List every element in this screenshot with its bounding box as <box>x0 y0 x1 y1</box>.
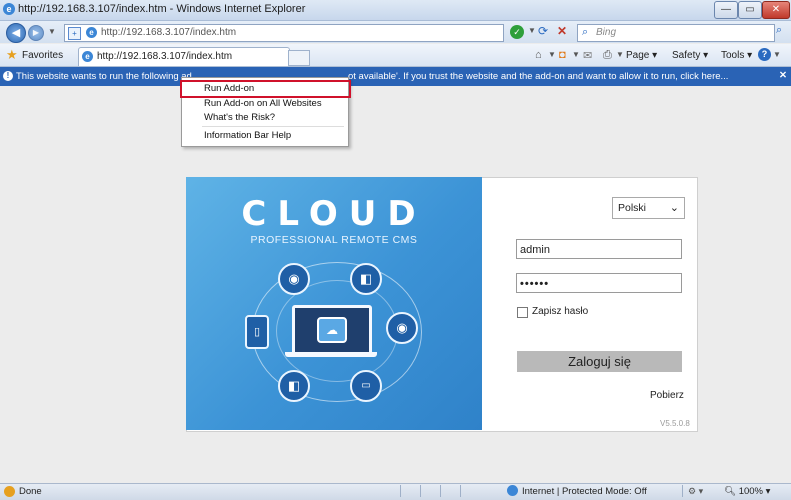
stop-icon[interactable]: ✕ <box>557 24 567 38</box>
help-dropdown-icon[interactable]: ▼ <box>773 50 781 59</box>
info-bar-message-start: This website wants to run the following … <box>16 71 192 82</box>
feeds-dropdown-icon[interactable]: ▼ <box>572 50 580 59</box>
page-icon: e <box>86 27 97 38</box>
zone-text[interactable]: Internet | Protected Mode: Off <box>522 486 647 497</box>
login-button[interactable]: Zaloguj się <box>517 351 682 372</box>
window-titlebar: e http://192.168.3.107/index.htm - Windo… <box>0 0 791 21</box>
minimize-button[interactable]: — <box>714 1 738 19</box>
dome-camera-icon: ◉ <box>386 312 418 344</box>
window-title: http://192.168.3.107/index.htm - Windows… <box>18 3 306 15</box>
version-label: V5.5.0.8 <box>660 419 690 428</box>
security-dropdown-icon[interactable]: ▼ <box>528 26 536 35</box>
brand-subtitle: PROFESSIONAL REMOTE CMS <box>250 234 418 246</box>
status-page-icon <box>4 486 15 497</box>
tab-title: http://192.168.3.107/index.htm <box>97 51 233 62</box>
status-separator <box>440 485 441 497</box>
forward-icon[interactable]: ▶ <box>28 25 44 41</box>
maximize-button[interactable]: ▭ <box>738 1 762 19</box>
remember-checkbox[interactable] <box>517 307 528 318</box>
dome-camera-icon: ◉ <box>278 263 310 295</box>
tab-page-icon: e <box>82 51 93 62</box>
help-icon[interactable]: ? <box>758 48 771 61</box>
internet-zone-icon <box>507 485 518 496</box>
address-field[interactable]: http://192.168.3.107/index.htm + e <box>64 24 504 42</box>
new-tab-button[interactable] <box>288 50 310 66</box>
status-bar: Done Internet | Protected Mode: Off ⚙ ▾ … <box>0 483 791 500</box>
search-placeholder: Bing <box>596 27 617 38</box>
ie-logo-icon: e <box>3 3 15 15</box>
info-bar-close-icon[interactable]: ✕ <box>779 70 787 81</box>
home-dropdown-icon[interactable]: ▼ <box>548 50 556 59</box>
zoom-value: 100% <box>738 486 764 497</box>
favorites-button[interactable]: Favorites <box>22 50 63 61</box>
compat-view-icon[interactable]: + <box>68 27 81 40</box>
refresh-icon[interactable]: ⟳ <box>538 24 548 38</box>
menu-item-whats-the-risk[interactable]: What's the Risk? <box>204 112 275 123</box>
search-icon[interactable]: ⌕ <box>776 24 782 37</box>
password-field[interactable]: •••••• <box>516 273 682 293</box>
tools-menu[interactable]: Tools ▾ <box>721 50 752 61</box>
menu-divider <box>202 126 344 127</box>
laptop-icon: ☁ <box>292 305 372 357</box>
back-icon[interactable]: ◀ <box>6 23 26 43</box>
info-shield-icon: ! <box>3 71 13 81</box>
status-separator <box>420 485 421 497</box>
bullet-camera-icon: ◧ <box>278 370 310 402</box>
run-addon-highlight <box>180 80 351 98</box>
tools-menu-label: Tools <box>721 50 745 61</box>
safety-menu[interactable]: Safety ▾ <box>672 50 708 61</box>
print-icon[interactable]: ⎙ <box>603 49 612 62</box>
page-menu[interactable]: Page ▾ <box>626 50 657 61</box>
safety-menu-label: Safety <box>672 50 701 61</box>
status-separator <box>460 485 461 497</box>
print-dropdown-icon[interactable]: ▼ <box>616 50 624 59</box>
username-field[interactable]: admin <box>516 239 682 259</box>
home-icon[interactable]: ⌂ <box>535 49 542 61</box>
bullet-camera-icon: ◧ <box>350 263 382 295</box>
search-provider-icon: ⌕ <box>582 26 589 38</box>
laptop-base <box>285 352 377 357</box>
browser-tab[interactable]: e http://192.168.3.107/index.htm <box>78 47 290 66</box>
close-button[interactable]: ✕ <box>762 1 790 19</box>
cloud-icon: ☁ <box>317 317 347 343</box>
search-field[interactable]: ⌕ Bing <box>577 24 775 42</box>
chevron-down-icon: ⌄ <box>669 202 679 214</box>
remember-label: Zapisz hasło <box>532 306 589 317</box>
history-dropdown-icon[interactable]: ▼ <box>48 27 56 36</box>
download-link[interactable]: Pobierz <box>650 390 684 401</box>
status-separator <box>682 485 683 497</box>
page-menu-label: Page <box>626 50 650 61</box>
tablet-icon: ▯ <box>245 315 269 349</box>
info-bar-message-end: ot available'. If you trust the website … <box>348 71 729 82</box>
menu-item-info-bar-help[interactable]: Information Bar Help <box>204 130 291 141</box>
security-status-icon[interactable]: ✓ <box>510 25 524 39</box>
dvr-icon: ▭ <box>350 370 382 402</box>
protected-mode-icon[interactable]: ⚙ ▾ <box>688 486 703 497</box>
language-value: Polski <box>618 202 647 214</box>
brand-title: CLOUD <box>241 194 427 234</box>
zoom-button[interactable]: 🔍︎ 100% ▾ <box>724 486 770 497</box>
menu-item-run-all-websites[interactable]: Run Add-on on All Websites <box>204 98 322 109</box>
status-text: Done <box>19 486 42 497</box>
address-url: http://192.168.3.107/index.htm <box>101 27 237 38</box>
mail-icon[interactable]: ✉ <box>583 49 592 62</box>
feeds-icon[interactable]: ◘ <box>559 49 566 61</box>
status-separator <box>400 485 401 497</box>
information-bar[interactable]: ! This website wants to run the followin… <box>0 67 791 86</box>
language-select[interactable]: Polski ⌄ <box>612 197 685 219</box>
favorites-star-icon: ★ <box>6 47 18 62</box>
